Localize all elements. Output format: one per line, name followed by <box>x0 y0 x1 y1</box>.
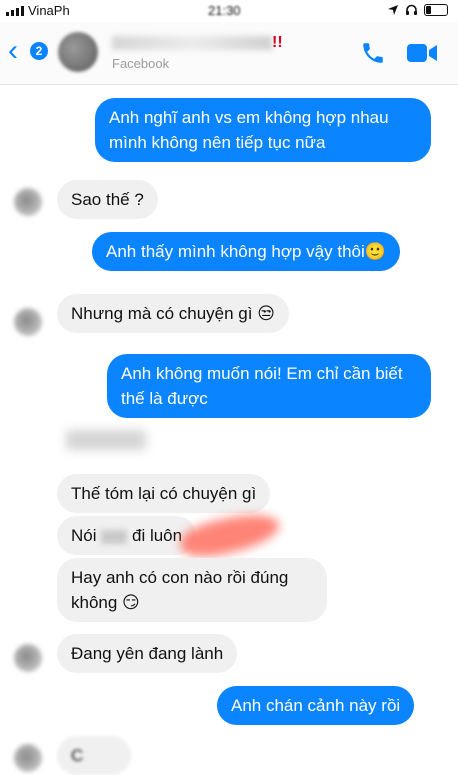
contact-name-blurred[interactable] <box>112 36 272 50</box>
message-incoming[interactable]: C <box>57 736 131 775</box>
unread-count-badge: 2 <box>30 42 48 60</box>
message-incoming[interactable]: Nhưng mà có chuyện gì 😒 <box>57 294 289 333</box>
message-outgoing[interactable]: Anh chán cảnh này rồi <box>217 686 415 725</box>
status-bar: VinaPh 21:30 <box>0 0 458 22</box>
message-incoming[interactable]: Thế tóm lại có chuyện gì <box>57 474 271 513</box>
back-chevron-icon[interactable]: ‹ <box>8 36 18 66</box>
clock: 21:30 <box>208 3 241 18</box>
sender-avatar <box>14 308 42 336</box>
sender-avatar <box>14 644 42 672</box>
blurred-sender-name <box>66 430 146 450</box>
carrier-label: VinaPh <box>28 3 70 18</box>
redacted-word <box>101 529 128 544</box>
message-incoming[interactable]: Nói đi luôn <box>57 516 197 555</box>
phone-icon[interactable] <box>360 40 386 66</box>
message-incoming[interactable]: Hay anh có con nào rồi đúng không 😏 <box>57 558 327 622</box>
message-outgoing[interactable]: Anh không muốn nói! Em chỉ cần biết thế … <box>107 354 431 418</box>
contact-name-suffix: !! <box>272 34 283 51</box>
message-list[interactable]: Anh nghĩ anh vs em không hợp nhau mình k… <box>0 84 458 775</box>
headphones-icon <box>406 4 417 15</box>
sender-avatar <box>14 188 42 216</box>
message-outgoing[interactable]: Anh nghĩ anh vs em không hợp nhau mình k… <box>95 98 431 162</box>
status-icons <box>387 3 448 16</box>
conversation-header: ‹ 2 !! Facebook <box>0 22 458 85</box>
location-arrow-icon <box>388 4 398 15</box>
signal-icon <box>6 6 24 16</box>
battery-icon <box>424 3 448 16</box>
message-incoming[interactable]: Sao thế ? <box>57 180 158 219</box>
message-incoming[interactable]: Đang yên đang lành <box>57 634 238 673</box>
message-text: đi luôn <box>131 526 183 545</box>
message-outgoing[interactable]: Anh thấy mình không hợp vậy thôi🙂 <box>92 232 400 271</box>
contact-avatar[interactable] <box>58 32 98 72</box>
message-text: Nói <box>71 526 97 545</box>
contact-subtitle: Facebook <box>112 56 170 71</box>
red-redaction-mark <box>177 506 283 564</box>
video-camera-icon[interactable] <box>406 42 438 64</box>
